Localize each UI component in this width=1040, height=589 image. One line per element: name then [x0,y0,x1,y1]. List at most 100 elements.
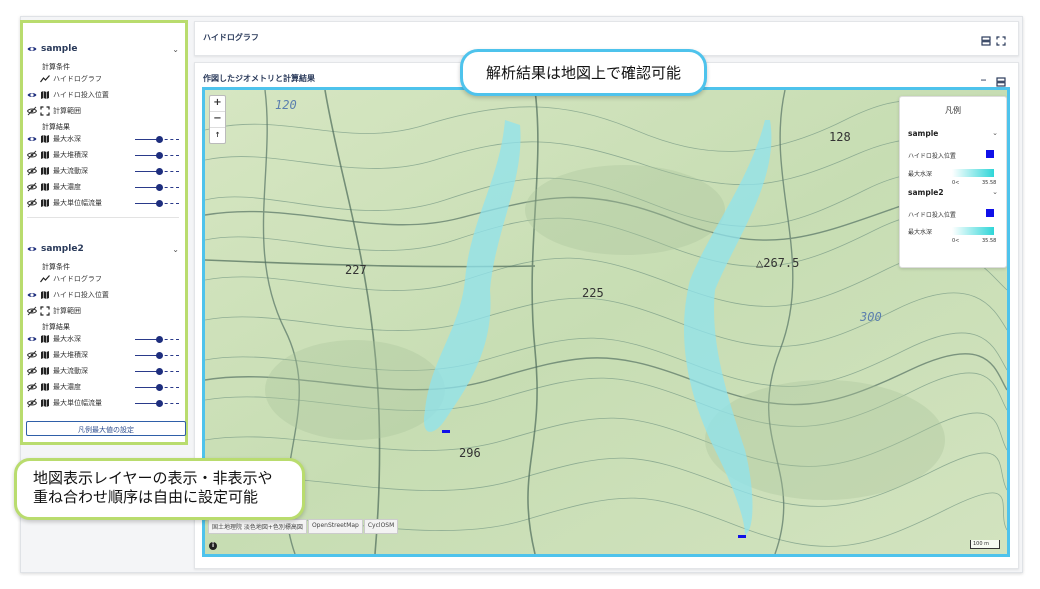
layer-row[interactable]: ハイドロ投入位置 [27,89,179,101]
minimize-icon[interactable]: _ [981,71,991,82]
layer-row[interactable]: 最大水深 [27,133,179,145]
layout-icon[interactable] [981,31,991,46]
layer-row[interactable]: ハイドログラフ [27,73,179,85]
opacity-slider[interactable] [135,183,179,191]
scale-bar: 100 m [970,540,1000,549]
layer-label: 計算範囲 [53,307,81,315]
eye-off-icon[interactable] [27,150,37,160]
layer-row[interactable]: 最大濃度 [27,381,179,393]
layer-group-header[interactable]: sample2 ⌄ [27,242,179,256]
zoom-in-button[interactable]: + [210,96,225,112]
legend-min: 0< [952,238,960,244]
eye-off-icon[interactable] [27,182,37,192]
layer-row[interactable]: 最大水深 [27,333,179,345]
layer-group-header[interactable]: sample ⌄ [27,42,179,56]
legend-gradient [952,169,994,177]
chevron-down-icon[interactable]: ⌄ [172,245,179,254]
layer-row[interactable]: 最大濃度 [27,181,179,193]
layer-row[interactable]: 最大流動深 [27,365,179,377]
opacity-slider[interactable] [135,151,179,159]
layer-label: ハイドログラフ [53,275,102,283]
divider [27,217,179,218]
callout-text: 地図表示レイヤーの表示・非表示や [33,469,273,487]
eye-icon[interactable] [27,134,37,144]
eye-off-icon[interactable] [27,306,37,316]
layer-row[interactable]: 計算範囲 [27,305,179,317]
section-label-conditions: 計算条件 [42,263,70,271]
eye-icon[interactable] [27,244,37,254]
opacity-slider[interactable] [135,167,179,175]
basemap-option-gsi[interactable]: 国土地理院 淡色地図+色別標高図 [208,519,307,534]
layer-row[interactable]: 最大単位幅流量 [27,197,179,209]
basemap-option-cyclosm[interactable]: CyclOSM [363,519,399,534]
opacity-slider[interactable] [135,335,179,343]
zoom-out-button[interactable]: − [210,112,225,128]
slider-knob[interactable] [155,335,163,343]
extent-icon [40,306,50,316]
legend-gradient [952,227,994,235]
eye-off-icon[interactable] [27,106,37,116]
eye-icon[interactable] [27,334,37,344]
eye-off-icon[interactable] [27,366,37,376]
eye-off-icon[interactable] [27,382,37,392]
slider-knob[interactable] [155,399,163,407]
compass-icon[interactable]: ↑ [210,128,225,143]
slider-knob[interactable] [155,135,163,143]
map-icon [40,134,50,144]
eye-off-icon[interactable] [27,398,37,408]
layer-sidebar: sample ⌄ 計算条件 ハイドログラフ ハイドロ投入位置 計算範囲 計算結果 最大水深 最大… [20,20,188,445]
layer-row[interactable]: 計算範囲 [27,105,179,117]
layer-row[interactable]: 最大堆積深 [27,149,179,161]
opacity-slider[interactable] [135,367,179,375]
opacity-slider[interactable] [135,351,179,359]
slider-knob[interactable] [155,351,163,359]
eye-off-icon[interactable] [27,198,37,208]
legend-swatch [986,209,994,217]
layer-row[interactable]: 最大堆積深 [27,349,179,361]
opacity-slider[interactable] [135,383,179,391]
opacity-slider[interactable] [135,399,179,407]
eye-off-icon[interactable] [27,350,37,360]
layer-row[interactable]: 最大流動深 [27,165,179,177]
basemap-option-osm[interactable]: OpenStreetMap [307,519,363,534]
legend-item-label: ハイドロ投入位置 [908,153,956,160]
hydro-point-sample2 [738,535,746,538]
chevron-down-icon[interactable]: ⌄ [992,188,998,196]
map-icon [40,90,50,100]
layer-row[interactable]: ハイドログラフ [27,273,179,285]
slider-knob[interactable] [155,167,163,175]
map-icon [40,334,50,344]
slider-knob[interactable] [155,383,163,391]
slider-knob[interactable] [155,199,163,207]
legend-item-label: 最大水深 [908,229,933,236]
layer-group-name: sample [41,44,78,54]
chevron-down-icon[interactable]: ⌄ [172,45,179,54]
eye-off-icon[interactable] [27,166,37,176]
map-view[interactable]: 120 128 227 225 △267.5 300 296 + − ↑ 凡例 … [202,87,1010,557]
line-chart-icon [40,74,50,84]
chevron-down-icon[interactable]: ⌄ [992,129,998,137]
hydro-point-sample [442,430,450,433]
legend-max-settings-button[interactable]: 凡例最大値の設定 [26,421,186,436]
slider-knob[interactable] [155,367,163,375]
layer-row[interactable]: 最大単位幅流量 [27,397,179,409]
eye-icon[interactable] [27,90,37,100]
layer-row[interactable]: ハイドロ投入位置 [27,289,179,301]
layer-label: 最大堆積深 [53,351,88,359]
legend-max: 35.58 [982,180,997,186]
layer-label: ハイドロ投入位置 [53,291,109,299]
callout-map-results: 解析結果は地図上で確認可能 [460,49,707,96]
opacity-slider[interactable] [135,135,179,143]
zoom-control: + − ↑ [209,95,226,144]
eye-icon[interactable] [27,44,37,54]
layer-group-name: sample2 [41,244,84,254]
fullscreen-icon[interactable] [996,31,1006,46]
info-icon[interactable]: i [209,542,217,550]
opacity-slider[interactable] [135,199,179,207]
eye-icon[interactable] [27,290,37,300]
layout-icon[interactable] [996,72,1006,87]
legend-min: 0< [952,180,960,186]
slider-knob[interactable] [155,151,163,159]
layer-label: 最大単位幅流量 [53,199,102,207]
slider-knob[interactable] [155,183,163,191]
